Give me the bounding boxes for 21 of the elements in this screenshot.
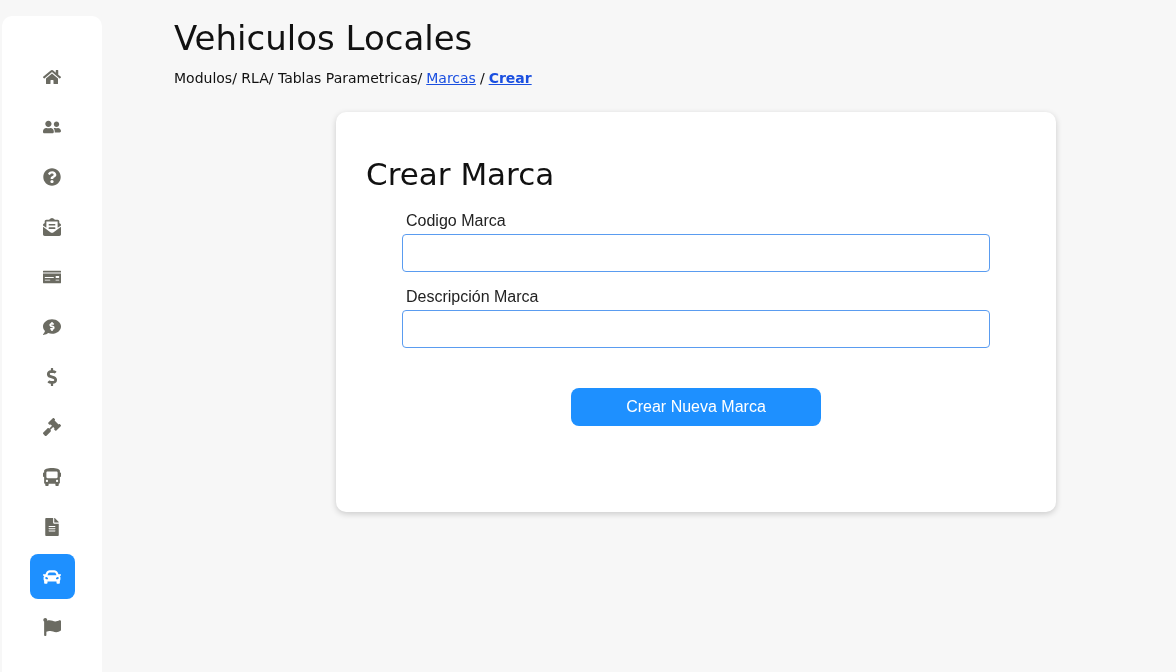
input-field[interactable] [402, 310, 990, 348]
breadcrumb-text: / [479, 70, 485, 86]
input-field[interactable] [402, 234, 990, 272]
comment-dollar-icon [43, 317, 61, 336]
breadcrumb-text: Modulos/ RLA/ Tablas Parametricas/ [174, 70, 423, 86]
gavel-icon [43, 417, 61, 436]
page-title: Vehiculos Locales [174, 18, 474, 58]
car-icon [43, 567, 61, 586]
question-icon [43, 167, 61, 186]
field-label: Codigo Marca [406, 212, 507, 230]
breadcrumb-link[interactable]: Crear [488, 70, 532, 86]
submit-button[interactable]: Crear Nueva Marca [571, 388, 821, 426]
envelope-icon [43, 217, 61, 236]
bus-icon [43, 467, 61, 486]
sidebar-item[interactable] [29, 554, 75, 599]
flag-icon [43, 617, 61, 636]
field-label: Descripción Marca [406, 288, 540, 306]
document-icon [43, 517, 61, 536]
form-title: Crear Marca [366, 156, 556, 192]
breadcrumb-link[interactable]: Marcas [426, 70, 476, 86]
home-icon [43, 67, 61, 86]
